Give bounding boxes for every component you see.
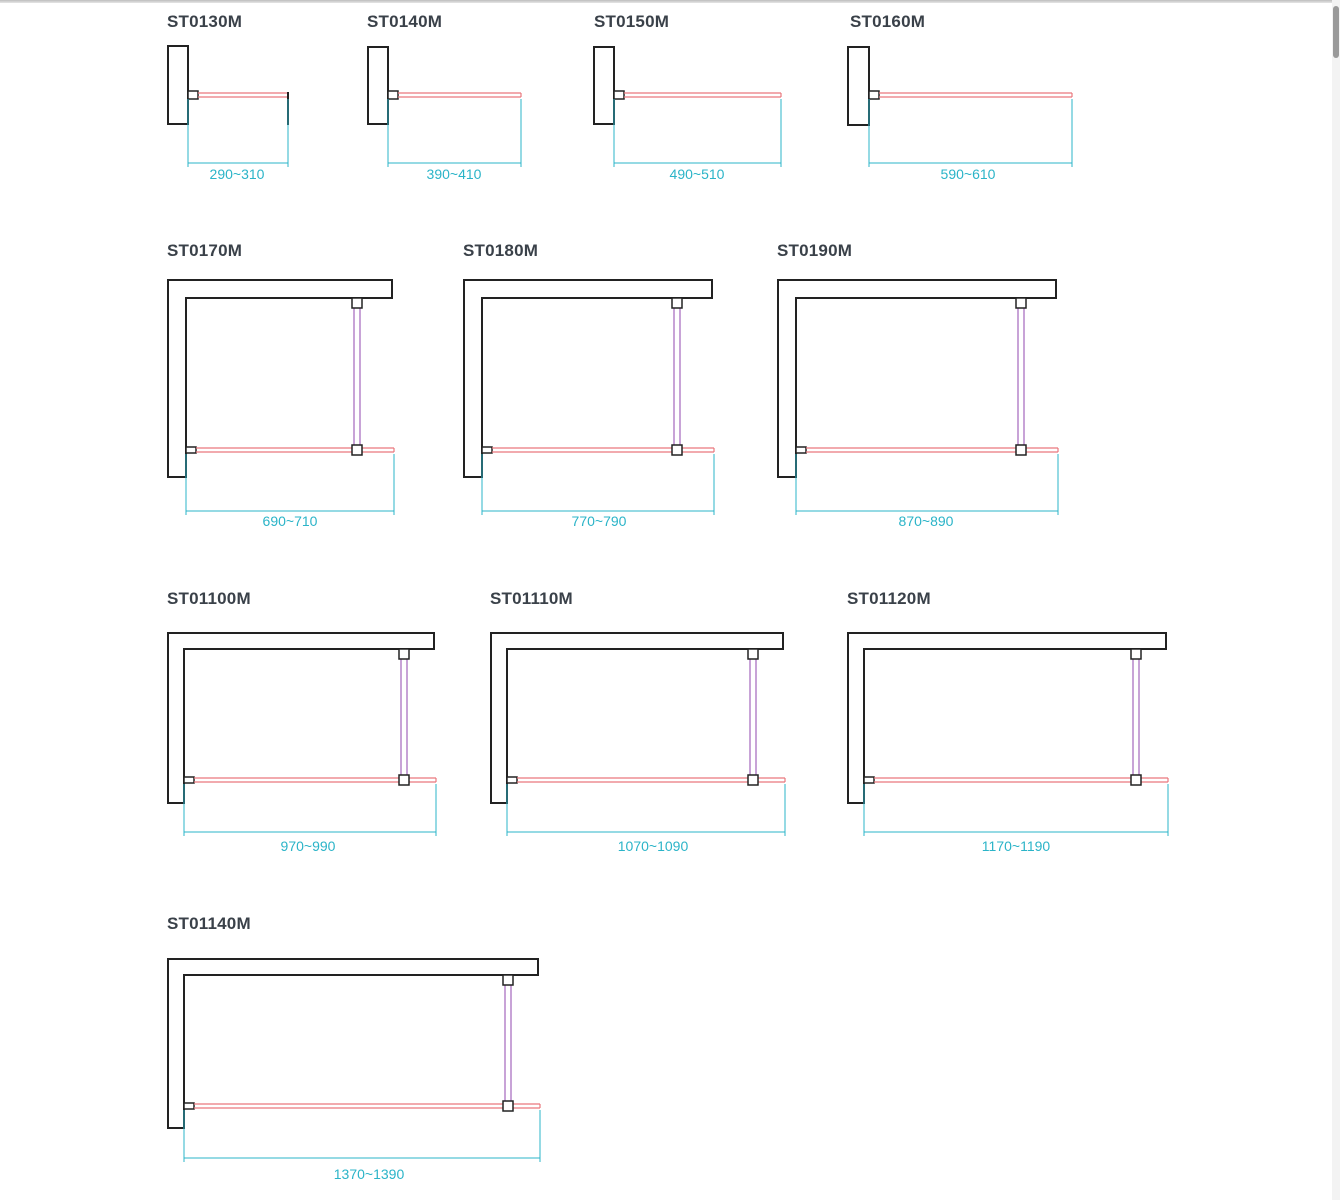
wall-profile xyxy=(868,90,880,100)
wall-profile xyxy=(613,90,625,100)
support-bar-wall-bracket xyxy=(1015,297,1027,309)
support-bar-glass-clamp xyxy=(1015,444,1027,456)
support-bar-glass-clamp xyxy=(398,774,410,786)
wall-profile xyxy=(481,446,493,454)
support-bar-wall-bracket xyxy=(398,648,410,660)
support-bar-wall-bracket xyxy=(351,297,363,309)
wall-profile xyxy=(183,1102,195,1110)
wall-profile xyxy=(387,90,399,100)
wall-profile xyxy=(863,776,875,784)
scrollbar[interactable] xyxy=(1332,0,1340,1200)
support-bar-glass-clamp xyxy=(671,444,683,456)
wall-profile xyxy=(795,446,807,454)
wall-profile xyxy=(183,776,195,784)
wall-l-shape xyxy=(167,958,539,1129)
support-bar-wall-bracket xyxy=(1130,648,1142,660)
wall-profile xyxy=(185,446,197,454)
wall-profile xyxy=(506,776,518,784)
wall-block xyxy=(367,46,389,125)
drawings-canvas xyxy=(167,45,1169,1162)
support-bar-wall-bracket xyxy=(502,974,514,986)
wall-profile xyxy=(187,90,199,100)
support-bar-glass-clamp xyxy=(1130,774,1142,786)
support-bar-wall-bracket xyxy=(671,297,683,309)
support-bar-wall-bracket xyxy=(747,648,759,660)
scrollbar-thumb[interactable] xyxy=(1333,6,1339,58)
wall-block xyxy=(847,46,870,126)
wall-block xyxy=(593,46,615,125)
support-bar-glass-clamp xyxy=(502,1100,514,1112)
wall-block xyxy=(167,45,189,125)
support-bar-glass-clamp xyxy=(351,444,363,456)
support-bar-glass-clamp xyxy=(747,774,759,786)
